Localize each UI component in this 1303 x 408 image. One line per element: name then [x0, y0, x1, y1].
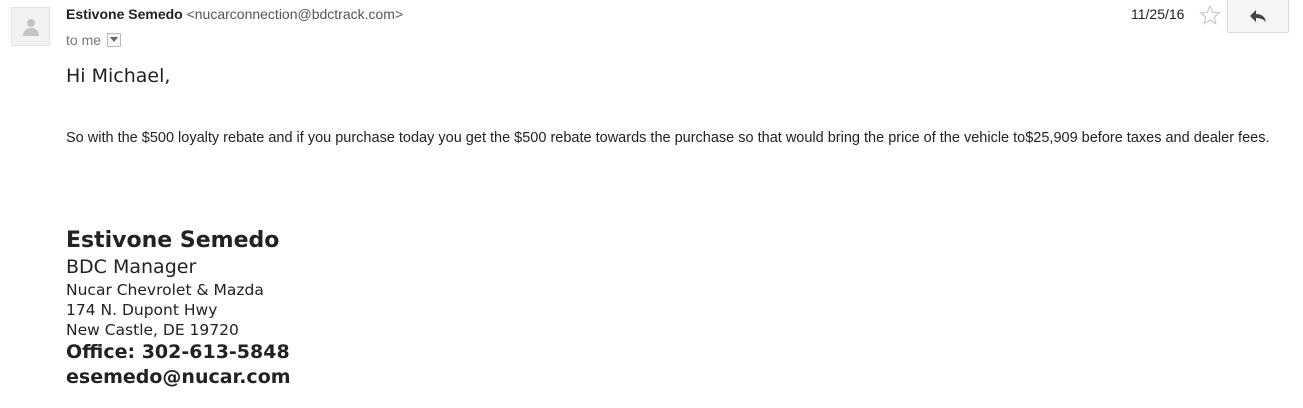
sender-avatar[interactable] [11, 7, 50, 46]
sender-name[interactable]: Estivone Semedo [66, 6, 183, 22]
star-icon[interactable] [1199, 4, 1221, 26]
message-header: Estivone Semedo <nucarconnection@bdctrac… [66, 6, 403, 22]
recipient-row: to me [66, 32, 122, 48]
message-date: 11/25/16 [1131, 6, 1185, 22]
signature-name: Estivone Semedo [66, 228, 280, 253]
signature-email[interactable]: esemedo@nucar.com [66, 366, 291, 388]
chevron-down-icon [110, 37, 119, 42]
signature-address-line2: New Castle, DE 19720 [66, 321, 239, 339]
show-details-button[interactable] [107, 33, 122, 47]
signature-address-line1: 174 N. Dupont Hwy [66, 301, 218, 319]
recipient-label: to me [66, 32, 102, 48]
signature-office-phone: Office: 302-613-5848 [66, 341, 290, 363]
greeting: Hi Michael, [66, 65, 171, 87]
reply-button[interactable] [1227, 0, 1289, 33]
signature-company: Nucar Chevrolet & Mazda [66, 281, 264, 299]
person-icon [22, 18, 39, 36]
message-body: So with the $500 loyalty rebate and if y… [66, 130, 1270, 146]
signature-title: BDC Manager [66, 256, 197, 278]
sender-email: <nucarconnection@bdctrack.com> [186, 6, 404, 22]
reply-icon [1250, 10, 1266, 22]
